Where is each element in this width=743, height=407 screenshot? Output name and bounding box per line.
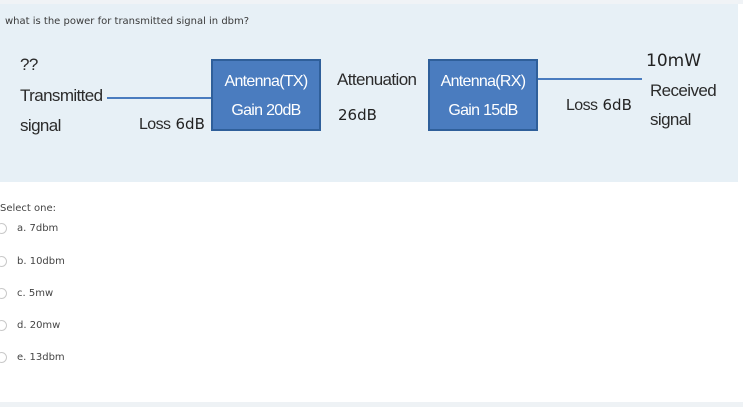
loss-left-label: Loss 6dB: [139, 114, 205, 134]
option-d-label[interactable]: d. 20mw: [17, 320, 60, 331]
antenna-rx-name: Antenna(RX): [440, 73, 526, 90]
tx-unknown-power: ??: [20, 55, 38, 74]
loss-left-value: 6dB: [175, 115, 205, 133]
option-a-radio[interactable]: [0, 223, 7, 234]
loss-right-word: Loss: [566, 97, 598, 114]
antenna-rx-box: Antenna(RX) Gain 15dB: [428, 59, 538, 131]
tx-label-line2: signal: [20, 116, 61, 135]
option-b-label[interactable]: b. 10dbm: [17, 256, 65, 267]
rx-label-line2: signal: [650, 110, 691, 129]
antenna-tx-name: Antenna(TX): [224, 73, 308, 90]
rx-power: 10mW: [646, 51, 702, 71]
tx-cable-line: [107, 97, 211, 99]
option-c-radio[interactable]: [0, 288, 7, 299]
option-e-radio[interactable]: [0, 352, 7, 363]
bottom-divider: [0, 402, 743, 407]
loss-right-label: Loss 6dB: [566, 95, 632, 115]
antenna-tx-gain: Gain 20dB: [231, 102, 301, 119]
loss-right-value: 6dB: [602, 96, 632, 114]
select-one-label: Select one:: [0, 203, 57, 214]
question-panel: what is the power for transmitted signal…: [0, 4, 738, 182]
option-b-radio[interactable]: [0, 256, 7, 267]
loss-left-word: Loss: [139, 116, 171, 133]
antenna-tx-box: Antenna(TX) Gain 20dB: [211, 59, 321, 131]
question-text: what is the power for transmitted signal…: [5, 16, 250, 27]
attenuation-label: Attenuation: [337, 70, 417, 89]
rx-label-line1: Received: [650, 81, 717, 100]
attenuation-value: 26dB: [338, 106, 377, 124]
rx-cable-line: [538, 78, 642, 80]
tx-label-line1: Transmitted: [20, 86, 103, 105]
antenna-rx-gain: Gain 15dB: [448, 102, 518, 119]
option-e-label[interactable]: e. 13dbm: [17, 352, 65, 363]
option-c-label[interactable]: c. 5mw: [17, 288, 53, 299]
option-d-radio[interactable]: [0, 320, 7, 331]
option-a-label[interactable]: a. 7dbm: [17, 223, 58, 234]
